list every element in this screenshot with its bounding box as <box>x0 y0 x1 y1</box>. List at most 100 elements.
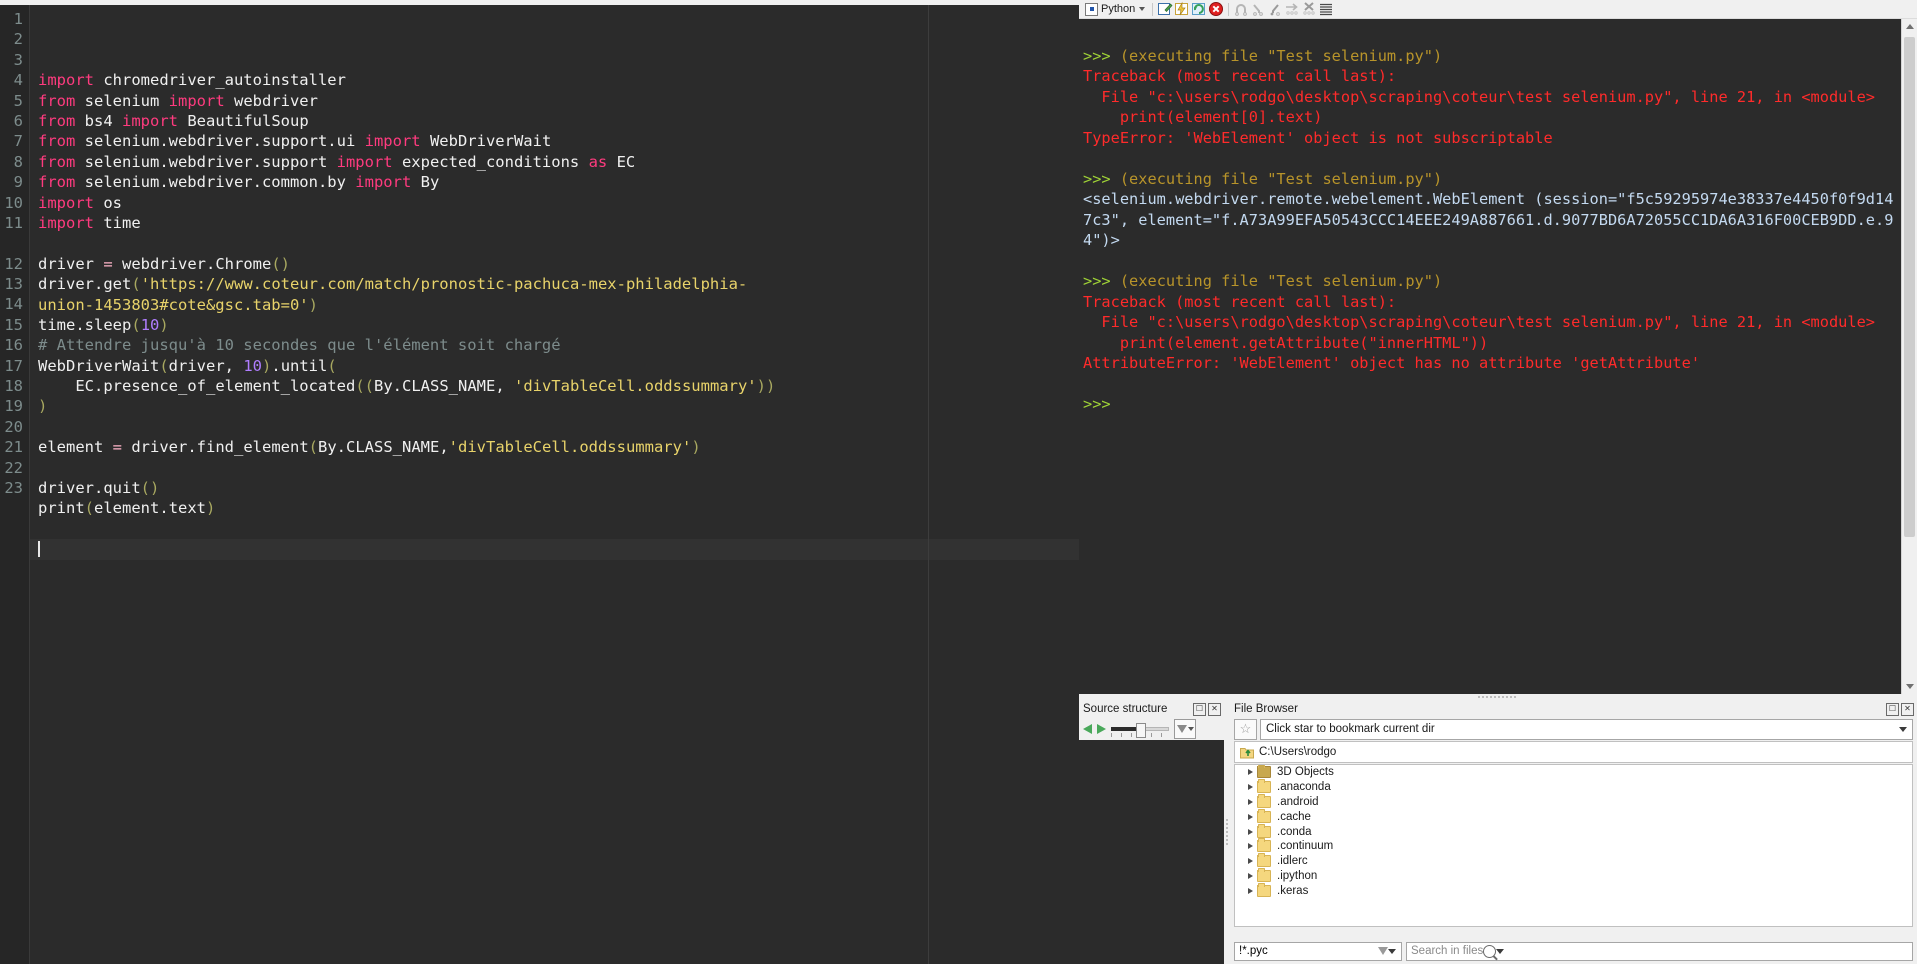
expand-arrow-icon[interactable] <box>1243 887 1257 894</box>
file-tree-row[interactable]: .continuum <box>1235 838 1912 854</box>
expand-arrow-icon[interactable] <box>1243 769 1257 776</box>
expand-arrow-icon[interactable] <box>1243 828 1257 835</box>
interpreter-selector[interactable]: Python <box>1082 2 1148 16</box>
code-line[interactable]: union-1453803#cote&gsc.tab=0') <box>38 295 1079 315</box>
source-structure-tree[interactable] <box>1079 740 1224 964</box>
file-tree-row[interactable]: .anaconda <box>1235 779 1912 795</box>
remove-breakpoints-icon[interactable] <box>1301 1 1317 17</box>
code-line[interactable] <box>30 539 1079 560</box>
code-text[interactable]: import chromedriver_autoinstaller from se… <box>30 5 1079 964</box>
code-line[interactable] <box>38 458 1079 478</box>
undock-button[interactable]: ☐ <box>1193 702 1206 716</box>
file-tree-row[interactable]: 3D Objects <box>1235 765 1912 780</box>
code-line[interactable] <box>38 417 1079 437</box>
bookmark-star-icon[interactable]: ☆ <box>1234 718 1257 740</box>
step-over-icon[interactable] <box>1284 1 1300 17</box>
code-token: as <box>588 152 608 171</box>
options-icon[interactable] <box>1318 1 1334 17</box>
file-browser-tree[interactable]: 3D Objects .anaconda .android .cache .conda.… <box>1234 764 1913 927</box>
console-output[interactable]: >>> (executing file "Test selenium.py") T… <box>1079 19 1901 694</box>
restart-kernel-icon[interactable] <box>1191 1 1207 17</box>
code-token: import <box>168 91 225 110</box>
step-into-icon[interactable] <box>1267 1 1283 17</box>
scrollbar-thumb[interactable] <box>1904 37 1915 537</box>
code-line[interactable]: element = driver.find_element(By.CLASS_N… <box>38 437 1079 457</box>
undo-icon[interactable] <box>1233 1 1249 17</box>
file-browser-title: File Browser <box>1234 703 1298 715</box>
code-line[interactable] <box>38 233 1079 253</box>
code-line[interactable]: EC.presence_of_element_located((By.CLASS… <box>38 376 1079 396</box>
code-line[interactable]: driver.get('https://www.coteur.com/match… <box>38 274 1079 294</box>
ipython-console-pane[interactable]: Python >>> (executing file "Test seleniu… <box>1079 0 1917 694</box>
parent-directory-icon[interactable] <box>1240 746 1254 759</box>
file-browser-pane[interactable]: File Browser ☐ ✕ ☆ Click star to bookmar… <box>1230 700 1917 964</box>
code-editor-pane[interactable]: 1 2 3 4 5 6 7 8 9 10 11 12 13 14 15 16 17 18 19 20 21 22 23 im… <box>0 0 1079 964</box>
scroll-up-icon[interactable] <box>1902 19 1917 34</box>
expand-arrow-icon[interactable] <box>1243 784 1257 791</box>
code-line[interactable]: from selenium.webdriver.support.ui impor… <box>38 131 1079 151</box>
chevron-down-icon[interactable] <box>1388 948 1396 954</box>
undock-button[interactable]: ☐ <box>1886 702 1899 716</box>
file-browser-status-bar[interactable]: !*.pyc Search in files <box>1230 939 1917 964</box>
code-line[interactable]: WebDriverWait(driver, 10).until( <box>38 356 1079 376</box>
redo-icon[interactable] <box>1250 1 1266 17</box>
run-cell-icon[interactable] <box>1174 1 1190 17</box>
search-input[interactable]: Search in files <box>1406 941 1913 961</box>
expand-arrow-icon[interactable] <box>1243 872 1257 879</box>
close-button[interactable]: ✕ <box>1208 702 1221 716</box>
code-line[interactable] <box>38 519 1079 539</box>
forward-arrow-icon[interactable] <box>1097 724 1106 734</box>
code-line[interactable]: from selenium import webdriver <box>38 91 1079 111</box>
close-button[interactable]: ✕ <box>1901 702 1914 716</box>
code-token: ( <box>308 438 318 457</box>
code-line[interactable]: import os <box>38 193 1079 213</box>
file-tree-row[interactable]: .ipython <box>1235 867 1912 884</box>
code-line[interactable]: ) <box>38 396 1079 416</box>
file-tree-row[interactable]: .android <box>1235 793 1912 810</box>
code-line[interactable]: # Attendre jusqu'à 10 secondes que l'élé… <box>38 335 1079 355</box>
code-line[interactable]: import time <box>38 213 1079 233</box>
code-area[interactable]: 1 2 3 4 5 6 7 8 9 10 11 12 13 14 15 16 17 18 19 20 21 22 23 im… <box>0 5 1079 964</box>
console-scrollbar[interactable] <box>1901 19 1917 694</box>
file-tree-row[interactable]: .keras <box>1235 882 1912 898</box>
new-console-icon[interactable] <box>1157 1 1173 17</box>
search-icon[interactable] <box>1483 944 1497 958</box>
console-toolbar[interactable]: Python <box>1079 0 1917 19</box>
current-path-bar[interactable]: C:\Users\rodgo <box>1234 741 1913 763</box>
expand-arrow-icon[interactable] <box>1243 858 1257 865</box>
name-filter-input[interactable]: !*.pyc <box>1234 941 1402 961</box>
code-line[interactable]: driver.quit() <box>38 478 1079 498</box>
chevron-down-icon[interactable] <box>1496 948 1505 954</box>
expand-arrow-icon[interactable] <box>1243 813 1257 820</box>
source-structure-pane[interactable]: Source structure ☐ ✕ <box>1079 700 1224 964</box>
code-line[interactable]: time.sleep(10) <box>38 315 1079 335</box>
line-number: 19 <box>4 397 23 416</box>
code-line[interactable]: import chromedriver_autoinstaller <box>38 70 1079 90</box>
scroll-down-icon[interactable] <box>1902 679 1917 694</box>
file-tree-row[interactable]: .cache <box>1235 808 1912 824</box>
code-line[interactable]: print(element.text) <box>38 498 1079 518</box>
console-body[interactable]: >>> (executing file "Test selenium.py") T… <box>1079 19 1917 694</box>
detail-slider[interactable] <box>1111 722 1169 738</box>
expand-arrow-icon[interactable] <box>1243 798 1257 805</box>
chevron-down-icon[interactable] <box>1899 726 1907 732</box>
chevron-down-icon[interactable] <box>1139 7 1146 11</box>
expand-arrow-icon[interactable] <box>1243 843 1257 850</box>
back-arrow-icon[interactable] <box>1083 724 1092 734</box>
bookmark-combo[interactable]: Click star to bookmark current dir <box>1260 718 1913 740</box>
file-browser-hscrollbar[interactable] <box>1234 927 1913 939</box>
code-line[interactable]: from selenium.webdriver.common.by import… <box>38 172 1079 192</box>
source-structure-toolbar[interactable] <box>1079 718 1224 740</box>
stop-icon[interactable] <box>1208 1 1224 17</box>
file-browser-toolbar[interactable]: ☆ Click star to bookmark current dir <box>1230 718 1917 740</box>
file-tree-row[interactable]: .idlerc <box>1235 853 1912 869</box>
filter-button[interactable] <box>1174 719 1196 739</box>
chevron-down-icon[interactable] <box>1187 727 1194 731</box>
code-line[interactable]: driver = webdriver.Chrome() <box>38 254 1079 274</box>
folder-icon <box>1257 808 1271 823</box>
code-line[interactable]: from selenium.webdriver.support import e… <box>38 152 1079 172</box>
code-line[interactable]: from bs4 import BeautifulSoup <box>38 111 1079 131</box>
code-token: sleep <box>84 315 132 334</box>
file-tree-row[interactable]: .conda <box>1235 823 1912 839</box>
funnel-icon[interactable] <box>1378 947 1388 955</box>
